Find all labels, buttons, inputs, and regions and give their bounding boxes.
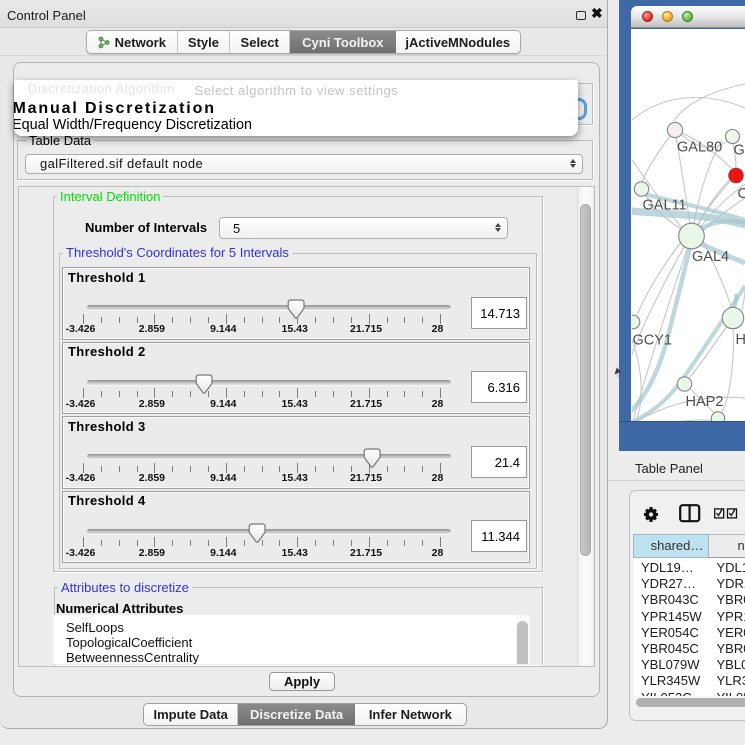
- svg-text:GAL4: GAL4: [692, 249, 729, 265]
- svg-text:HAP2: HAP2: [686, 394, 724, 410]
- svg-text:GCY1: GCY1: [633, 333, 673, 349]
- svg-text:G.: G.: [734, 143, 745, 159]
- svg-text:GAL80: GAL80: [677, 140, 722, 156]
- svg-text:GAL11: GAL11: [643, 198, 687, 214]
- svg-text:H: H: [736, 332, 745, 348]
- svg-text:C: C: [738, 186, 745, 202]
